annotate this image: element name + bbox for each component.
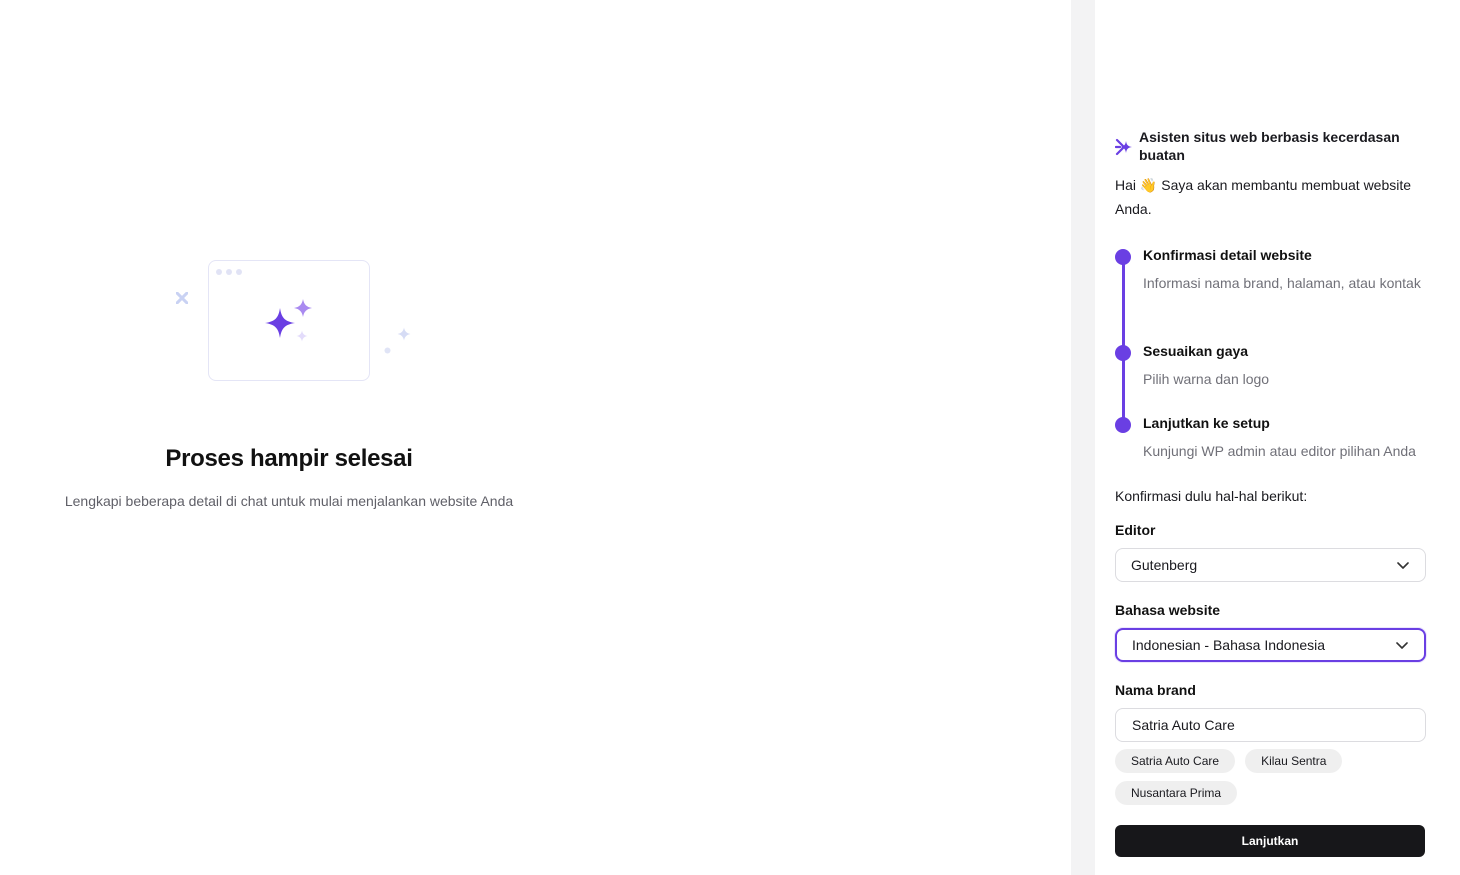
assistant-panel: Asisten situs web berbasis kecerdasan bu… [1095, 0, 1460, 875]
brand-label: Nama brand [1115, 682, 1196, 698]
brand-suggestions: Satria Auto Care Kilau Sentra Nusantara … [1115, 749, 1435, 805]
small-sparkle-left-icon [176, 292, 188, 304]
steps-progress-line [1122, 258, 1125, 424]
step-title: Konfirmasi detail website [1143, 247, 1312, 263]
waving-hand-icon: 👋 [1139, 177, 1158, 193]
continue-button[interactable]: Lanjutkan [1115, 825, 1425, 857]
large-sparkle-icon [265, 308, 295, 338]
language-label: Bahasa website [1115, 602, 1221, 618]
greeting-text: Saya akan membantu membuat website Anda. [1115, 177, 1412, 217]
page-title: Proses hampir selesai [165, 445, 413, 472]
step-description: Kunjungi WP admin atau editor pilihan An… [1143, 443, 1416, 459]
main-area: Proses hampir selesai Lengkapi beberapa … [0, 0, 1071, 875]
editor-select-value: Gutenberg [1131, 557, 1198, 573]
editor-select[interactable]: Gutenberg [1115, 548, 1426, 582]
step-bullet [1115, 417, 1131, 433]
chevron-down-icon [1397, 562, 1409, 569]
sparkles-window-illustration [170, 255, 420, 390]
step-description: Pilih warna dan logo [1143, 371, 1270, 387]
page-subtitle: Lengkapi beberapa detail di chat untuk m… [64, 493, 514, 509]
brand-suggestion-chip[interactable]: Kilau Sentra [1245, 749, 1343, 773]
step-title: Lanjutkan ke setup [1143, 415, 1270, 431]
editor-label: Editor [1115, 522, 1156, 538]
small-sparkle-right-icon [397, 327, 411, 341]
tiny-sparkle-icon [296, 330, 308, 342]
language-select[interactable]: Indonesian - Bahasa Indonesia [1115, 628, 1426, 662]
panel-divider [1071, 0, 1095, 875]
medium-sparkle-icon [294, 299, 312, 317]
greeting-message: Hai 👋 Saya akan membantu membuat website… [1115, 173, 1435, 221]
step-bullet [1115, 345, 1131, 361]
language-select-value: Indonesian - Bahasa Indonesia [1132, 637, 1326, 653]
brand-suggestion-chip[interactable]: Satria Auto Care [1115, 749, 1236, 773]
brand-name-input[interactable] [1115, 708, 1426, 742]
step-bullet [1115, 249, 1131, 265]
step-title: Sesuaikan gaya [1143, 343, 1249, 359]
small-dot-decoration-icon [384, 347, 391, 354]
ai-sparkle-logo-icon [1115, 138, 1132, 156]
brand-suggestion-chip[interactable]: Nusantara Prima [1115, 781, 1238, 805]
assistant-title: Asisten situs web berbasis kecerdasan bu… [1139, 129, 1400, 163]
assistant-header: Asisten situs web berbasis kecerdasan bu… [1115, 128, 1435, 164]
step-description: Informasi nama brand, halaman, atau kont… [1143, 275, 1421, 291]
greeting-prefix: Hai [1115, 177, 1137, 193]
chevron-down-icon [1396, 642, 1408, 649]
confirm-instruction: Konfirmasi dulu hal-hal berikut: [1115, 488, 1308, 504]
